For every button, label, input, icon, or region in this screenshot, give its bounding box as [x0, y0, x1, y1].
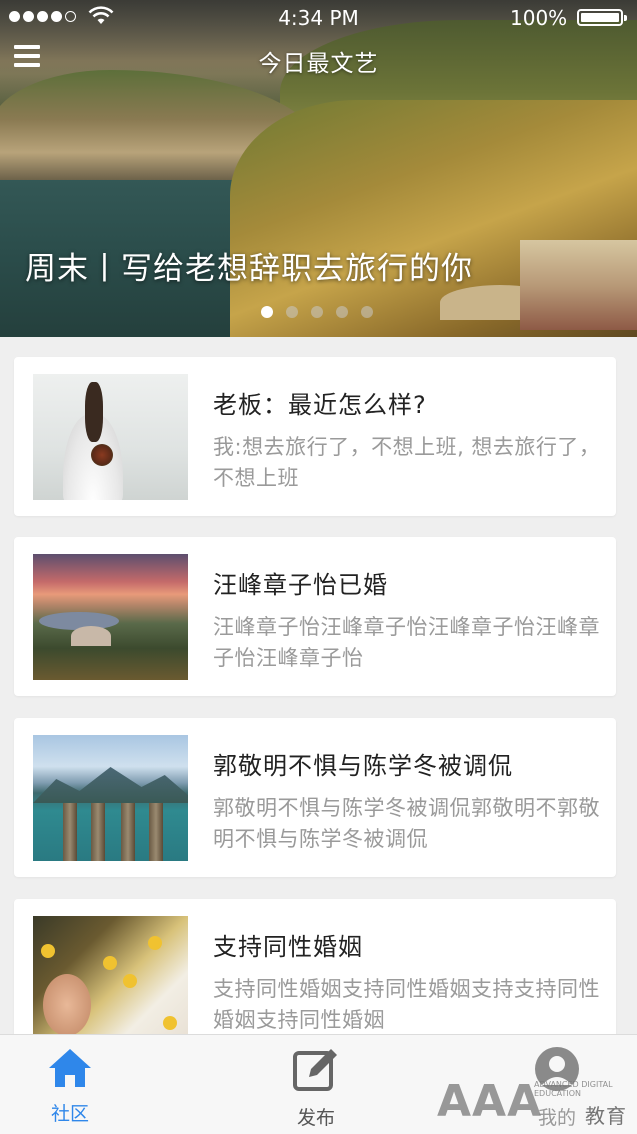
article-card[interactable]: 郭敬明不惧与陈学冬被调侃 郭敬明不惧与陈学冬被调侃郭敬明不郭敬明不惧与陈学冬被调… — [14, 718, 616, 877]
home-icon — [49, 1049, 91, 1087]
watermark-sub: 教育 — [585, 1104, 627, 1128]
article-summary: 支持同性婚姻支持同性婚姻支持支持同性婚姻支持同性婚姻 — [213, 977, 600, 1032]
tab-publish[interactable]: 发布 — [266, 1047, 366, 1130]
banner-page-indicator — [261, 306, 373, 318]
article-card[interactable]: 汪峰章子怡已婚 汪峰章子怡汪峰章子怡汪峰章子怡汪峰章子怡汪峰章子怡 — [14, 537, 616, 696]
edit-icon — [293, 1049, 337, 1091]
hero-banner[interactable]: 4:34 PM 100% 今日最文艺 周末丨写给老想辞职去旅行的你 — [0, 0, 637, 337]
article-title: 老板：最近怎么样? — [213, 391, 427, 419]
battery-percent: 100% — [510, 6, 568, 30]
page-title: 今日最文艺 — [258, 51, 379, 77]
page-dot-active[interactable] — [261, 306, 273, 318]
article-summary: 我:想去旅行了，不想上班, 想去旅行了，不想上班 — [213, 435, 601, 490]
article-summary: 汪峰章子怡汪峰章子怡汪峰章子怡汪峰章子怡汪峰章子怡 — [213, 615, 600, 670]
banner-image-houses — [520, 240, 637, 330]
battery-icon — [577, 9, 627, 26]
page-dot[interactable] — [311, 306, 323, 318]
article-thumbnail-bride — [33, 374, 188, 500]
watermark-brand: AAA — [437, 1076, 543, 1127]
article-summary: 郭敬明不惧与陈学冬被调侃郭敬明不郭敬明不惧与陈学冬被调侃 — [213, 796, 600, 851]
watermark-tagline: ADVANCED DIGITAL EDUCATION — [534, 1080, 613, 1098]
banner-caption[interactable]: 周末丨写给老想辞职去旅行的你 — [25, 243, 473, 288]
page-dot[interactable] — [286, 306, 298, 318]
page-dot[interactable] — [361, 306, 373, 318]
article-thumbnail-woman-flowers — [33, 916, 188, 1042]
tab-label: 社区 — [50, 1103, 89, 1125]
article-thumbnail-lake — [33, 735, 188, 861]
article-title: 郭敬明不惧与陈学冬被调侃 — [213, 752, 513, 780]
page-dot[interactable] — [336, 306, 348, 318]
article-card[interactable]: 老板：最近怎么样? 我:想去旅行了，不想上班, 想去旅行了，不想上班 — [14, 357, 616, 516]
article-title: 支持同性婚姻 — [213, 933, 363, 961]
tab-label: 发布 — [296, 1107, 335, 1129]
article-thumbnail-garden — [33, 554, 188, 680]
tab-community[interactable]: 社区 — [20, 1047, 120, 1126]
status-bar: 4:34 PM 100% — [0, 0, 637, 34]
article-title: 汪峰章子怡已婚 — [213, 571, 388, 599]
